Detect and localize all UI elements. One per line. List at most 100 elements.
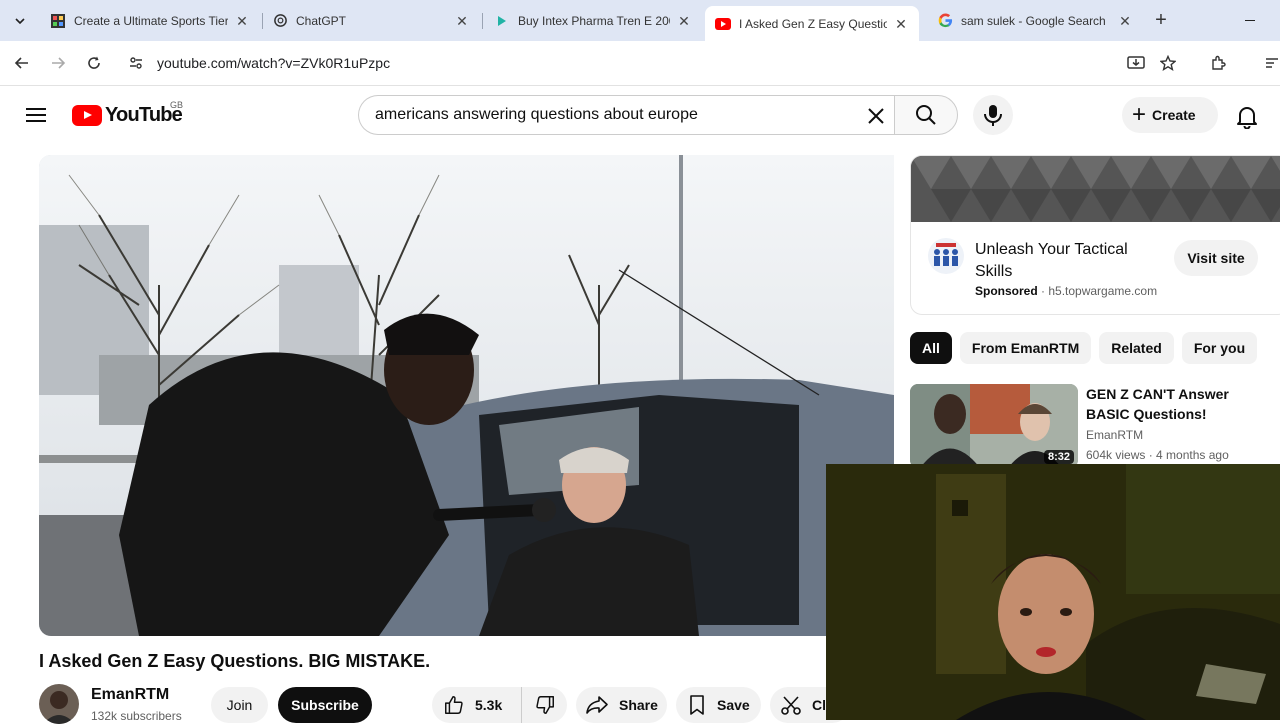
like-button[interactable]: 5.3k	[432, 687, 522, 723]
dislike-button[interactable]	[522, 687, 567, 723]
like-dislike-group: 5.3k	[432, 687, 567, 723]
video-duration: 8:32	[1043, 450, 1074, 464]
join-button[interactable]: Join	[211, 687, 268, 723]
create-button[interactable]: + Create	[1122, 97, 1218, 133]
youtube-favicon-icon	[715, 16, 731, 32]
address-bar[interactable]: youtube.com/watch?v=ZVk0R1uPzpc	[120, 46, 1200, 80]
browser-tab-shop[interactable]: Buy Intex Pharma Tren E 200 ✕	[484, 6, 702, 35]
notifications-button[interactable]	[1234, 103, 1260, 130]
recommended-video[interactable]: 8:32 GEN Z CAN'T Answer BASIC Questions!…	[910, 384, 1280, 468]
microphone-icon	[984, 105, 1002, 126]
forward-button[interactable]	[46, 51, 70, 75]
like-count: 5.3k	[475, 697, 503, 713]
save-label: Save	[717, 697, 750, 713]
site-info-icon[interactable]	[126, 53, 146, 73]
country-code: GB	[170, 100, 184, 110]
webcam-overlay	[826, 464, 1280, 720]
browser-toolbar: youtube.com/watch?v=ZVk0R1uPzpc	[0, 41, 1280, 86]
bell-icon	[1237, 107, 1257, 130]
advertiser-logo-icon	[928, 238, 964, 274]
channel-name[interactable]: EmanRTM	[91, 686, 169, 704]
subscribe-label: Subscribe	[291, 697, 359, 713]
visit-site-label: Visit site	[1187, 250, 1245, 266]
recommended-video-meta: 604k views · 4 months ago	[1086, 448, 1229, 462]
channel-avatar[interactable]	[39, 684, 79, 724]
voice-search-button[interactable]	[973, 95, 1013, 135]
chip-from-channel[interactable]: From EmanRTM	[959, 332, 1092, 364]
tab-separator	[482, 13, 483, 29]
guide-menu-button[interactable]	[24, 103, 48, 127]
install-icon	[1127, 56, 1145, 69]
search-query-text: americans answering questions about euro…	[375, 106, 698, 123]
arrow-left-icon	[14, 57, 28, 69]
video-thumbnail[interactable]: 8:32	[910, 384, 1078, 468]
search-input[interactable]: americans answering questions about euro…	[358, 95, 895, 135]
recommended-video-title[interactable]: GEN Z CAN'T Answer BASIC Questions!	[1086, 384, 1276, 424]
tab-search-button[interactable]	[8, 9, 32, 33]
chatgpt-favicon-icon	[272, 13, 288, 29]
subscribe-button[interactable]: Subscribe	[278, 687, 372, 723]
visit-site-button[interactable]: Visit site	[1174, 240, 1258, 276]
browser-tab-tierlist[interactable]: Create a Ultimate Sports Tier ✕	[40, 6, 260, 35]
chip-all[interactable]: All	[910, 332, 952, 364]
browser-tab-youtube[interactable]: I Asked Gen Z Easy Questions ✕	[705, 6, 919, 41]
video-player[interactable]	[39, 155, 894, 636]
browser-tab-bar: Create a Ultimate Sports Tier ✕ ChatGPT …	[0, 0, 1280, 41]
tab-title: ChatGPT	[296, 13, 347, 28]
close-tab-icon[interactable]: ✕	[676, 13, 692, 29]
tab-title: sam sulek - Google Search	[961, 13, 1106, 28]
upload-age: 4 months ago	[1156, 448, 1229, 462]
extensions-button[interactable]	[1206, 51, 1230, 75]
bookmark-icon	[690, 695, 704, 715]
back-button[interactable]	[10, 51, 34, 75]
close-tab-icon[interactable]: ✕	[1117, 13, 1133, 29]
join-label: Join	[226, 697, 253, 713]
star-icon	[1160, 55, 1176, 71]
reload-button[interactable]	[82, 51, 106, 75]
plus-icon: +	[1132, 101, 1147, 128]
save-button[interactable]: Save	[676, 687, 761, 723]
scissors-icon	[781, 696, 801, 715]
puzzle-icon	[1212, 55, 1226, 70]
view-count: 604k views	[1086, 448, 1146, 462]
subscriber-count: 132k subscribers	[91, 709, 182, 723]
thumbs-up-icon	[445, 696, 463, 714]
close-tab-icon[interactable]: ✕	[454, 13, 470, 29]
youtube-logo[interactable]: YouTube GB	[72, 100, 183, 126]
shop-favicon-icon	[494, 13, 510, 29]
search-button[interactable]	[894, 95, 958, 135]
share-button[interactable]: Share	[576, 687, 667, 723]
sponsored-ad-card[interactable]: Unleash Your Tactical Skills Sponsored ·…	[910, 155, 1280, 315]
ad-banner-image	[911, 156, 1280, 222]
bookmark-button[interactable]	[1156, 51, 1180, 75]
create-label: Create	[1152, 107, 1196, 123]
arrow-right-icon	[52, 57, 66, 69]
browser-tab-google[interactable]: sam sulek - Google Search ✕	[927, 6, 1143, 35]
tab-title: Create a Ultimate Sports Tier	[74, 13, 228, 28]
share-icon	[586, 696, 608, 714]
media-controls-button[interactable]	[1260, 51, 1280, 75]
chip-for-you[interactable]: For you	[1181, 332, 1258, 364]
recommended-video-channel[interactable]: EmanRTM	[1086, 428, 1143, 442]
webcam-feed	[826, 464, 1280, 720]
tab-title: I Asked Gen Z Easy Questions	[739, 16, 887, 31]
clear-search-button[interactable]	[864, 104, 888, 128]
install-app-button[interactable]	[1124, 51, 1148, 75]
close-tab-icon[interactable]: ✕	[234, 13, 250, 29]
reload-icon	[88, 56, 100, 69]
close-tab-icon[interactable]: ✕	[893, 16, 909, 32]
browser-tab-chatgpt[interactable]: ChatGPT ✕	[262, 6, 480, 35]
new-tab-button[interactable]: +	[1150, 10, 1172, 32]
ad-title: Unleash Your Tactical Skills	[975, 241, 1128, 280]
google-favicon-icon	[937, 13, 953, 29]
sponsored-label: Sponsored	[975, 284, 1038, 298]
youtube-header: YouTube GB americans answering questions…	[0, 87, 1280, 143]
playlist-icon	[1266, 58, 1278, 68]
ad-domain: h5.topwargame.com	[1048, 284, 1158, 298]
chip-related[interactable]: Related	[1099, 332, 1174, 364]
chevron-down-icon	[15, 18, 25, 25]
tierlist-favicon-icon	[50, 13, 66, 29]
minimize-window-button[interactable]	[1240, 10, 1260, 30]
video-frame	[39, 155, 894, 636]
related-filter-chips: All From EmanRTM Related For you	[910, 332, 1280, 364]
